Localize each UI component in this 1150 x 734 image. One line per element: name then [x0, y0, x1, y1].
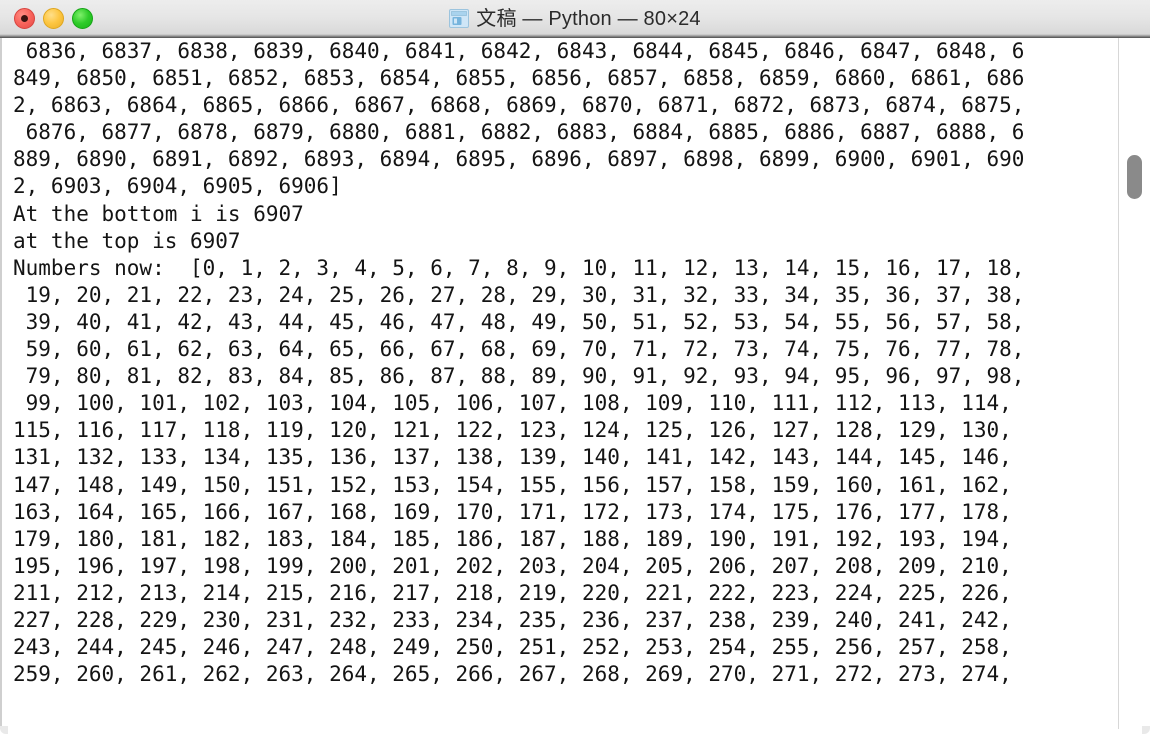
- terminal-left-edge: [0, 38, 2, 734]
- terminal-line: Numbers now: [0, 1, 2, 3, 4, 5, 6, 7, 8,…: [13, 255, 1025, 280]
- terminal-line: 59, 60, 61, 62, 63, 64, 65, 66, 67, 68, …: [13, 337, 1025, 362]
- terminal-line: 19, 20, 21, 22, 23, 24, 25, 26, 27, 28, …: [13, 282, 1025, 307]
- terminal-line: 195, 196, 197, 198, 199, 200, 201, 202, …: [13, 553, 1012, 578]
- window-titlebar[interactable]: 文稿 — Python — 80×24: [0, 0, 1150, 38]
- terminal-line: 131, 132, 133, 134, 135, 136, 137, 138, …: [13, 445, 1012, 470]
- scrollbar-thumb[interactable]: [1127, 155, 1142, 199]
- minimize-button[interactable]: [43, 8, 64, 29]
- terminal-line: At the bottom i is 6907: [13, 201, 304, 226]
- document-icon: [449, 9, 470, 28]
- terminal-output: 6836, 6837, 6838, 6839, 6840, 6841, 6842…: [13, 38, 1150, 688]
- window-controls: [14, 0, 93, 37]
- terminal-line: at the top is 6907: [13, 228, 241, 253]
- scrollbar-track[interactable]: [1118, 38, 1150, 734]
- window-bottom-edge: [0, 729, 1150, 734]
- terminal-line: 211, 212, 213, 214, 215, 216, 217, 218, …: [13, 580, 1012, 605]
- terminal-line: 179, 180, 181, 182, 183, 184, 185, 186, …: [13, 526, 1012, 551]
- window-title: 文稿 — Python — 80×24: [476, 7, 701, 30]
- close-button[interactable]: [14, 8, 35, 29]
- terminal-line: 99, 100, 101, 102, 103, 104, 105, 106, 1…: [13, 391, 1012, 416]
- terminal-line: 2, 6863, 6864, 6865, 6866, 6867, 6868, 6…: [13, 93, 1025, 118]
- terminal-line: 2, 6903, 6904, 6905, 6906]: [13, 174, 342, 199]
- terminal-line: 6836, 6837, 6838, 6839, 6840, 6841, 6842…: [13, 39, 1025, 63]
- window-title-area: 文稿 — Python — 80×24: [0, 0, 1150, 37]
- terminal-line: 147, 148, 149, 150, 151, 152, 153, 154, …: [13, 472, 1012, 497]
- terminal-window: 文稿 — Python — 80×24 6836, 6837, 6838, 68…: [0, 0, 1150, 734]
- terminal-line: 227, 228, 229, 230, 231, 232, 233, 234, …: [13, 607, 1012, 632]
- terminal-line: 163, 164, 165, 166, 167, 168, 169, 170, …: [13, 499, 1012, 524]
- terminal-line: 259, 260, 261, 262, 263, 264, 265, 266, …: [13, 662, 1012, 687]
- terminal-line: 889, 6890, 6891, 6892, 6893, 6894, 6895,…: [13, 147, 1025, 172]
- terminal-line: 39, 40, 41, 42, 43, 44, 45, 46, 47, 48, …: [13, 309, 1025, 334]
- maximize-button[interactable]: [72, 8, 93, 29]
- terminal-line: 849, 6850, 6851, 6852, 6853, 6854, 6855,…: [13, 66, 1025, 91]
- terminal-line: 115, 116, 117, 118, 119, 120, 121, 122, …: [13, 418, 1012, 443]
- terminal-line: 243, 244, 245, 246, 247, 248, 249, 250, …: [13, 635, 1012, 660]
- terminal-content-area[interactable]: 6836, 6837, 6838, 6839, 6840, 6841, 6842…: [0, 38, 1150, 734]
- terminal-line: 79, 80, 81, 82, 83, 84, 85, 86, 87, 88, …: [13, 364, 1025, 389]
- terminal-line: 6876, 6877, 6878, 6879, 6880, 6881, 6882…: [13, 120, 1025, 145]
